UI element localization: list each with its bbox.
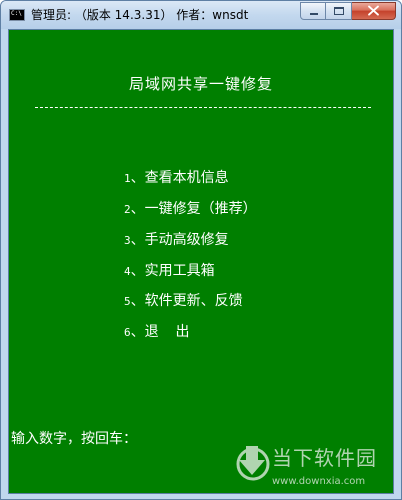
console-area[interactable]: 局域网共享一键修复 1、查看本机信息 2、一键修复（推荐） 3、手动高级修复 4…	[8, 29, 394, 494]
input-prompt: 输入数字，按回车：	[11, 431, 137, 447]
menu-item-label: 、实用工具箱	[130, 263, 215, 279]
menu-item-number: 6	[124, 326, 131, 339]
menu-item-view-info: 1、查看本机信息	[124, 169, 229, 188]
menu-title: 局域网共享一键修复	[128, 75, 273, 93]
close-icon	[368, 5, 379, 16]
menu-item-label: 、手动高级修复	[130, 232, 229, 248]
menu-item-update-feedback: 5、软件更新、反馈	[124, 292, 243, 311]
menu-item-label: 、一键修复（推荐）	[130, 201, 257, 217]
menu-item-number: 3	[124, 234, 131, 247]
watermark: 当下软件园 www.downxia.com	[234, 440, 384, 499]
menu-item-label: 、退 出	[130, 324, 190, 340]
menu-item-manual-repair: 3、手动高级修复	[124, 231, 229, 250]
cmd-icon[interactable]: C:\	[9, 9, 25, 21]
menu-item-exit: 6、退 出	[124, 323, 189, 342]
minimize-button[interactable]	[300, 2, 326, 20]
watermark-url: www.downxia.com	[272, 476, 366, 487]
menu-item-number: 4	[124, 265, 131, 278]
maximize-button[interactable]	[326, 2, 352, 20]
watermark-name: 当下软件园	[272, 446, 377, 470]
close-button[interactable]	[352, 2, 396, 20]
window-title: 管理员: （版本 14.3.31） 作者：wnsdt	[31, 8, 249, 22]
menu-item-number: 2	[124, 203, 131, 216]
watermark-logo-icon	[236, 446, 270, 481]
minimize-icon	[310, 13, 318, 15]
window-controls	[300, 2, 396, 20]
console-window: C:\ 管理员: （版本 14.3.31） 作者：wnsdt 局域网共享一键修复…	[0, 0, 402, 500]
menu-item-label: 、软件更新、反馈	[130, 293, 243, 309]
menu-item-number: 1	[124, 172, 131, 185]
separator-line	[35, 107, 371, 109]
menu-item-number: 5	[124, 295, 131, 308]
maximize-icon	[334, 7, 344, 15]
title-bar[interactable]: C:\ 管理员: （版本 14.3.31） 作者：wnsdt	[1, 1, 401, 29]
menu-item-toolbox: 4、实用工具箱	[124, 262, 215, 281]
menu-item-one-click-repair: 2、一键修复（推荐）	[124, 200, 257, 219]
cmd-icon-text: C:\	[11, 10, 22, 17]
menu-item-label: 、查看本机信息	[130, 170, 229, 186]
